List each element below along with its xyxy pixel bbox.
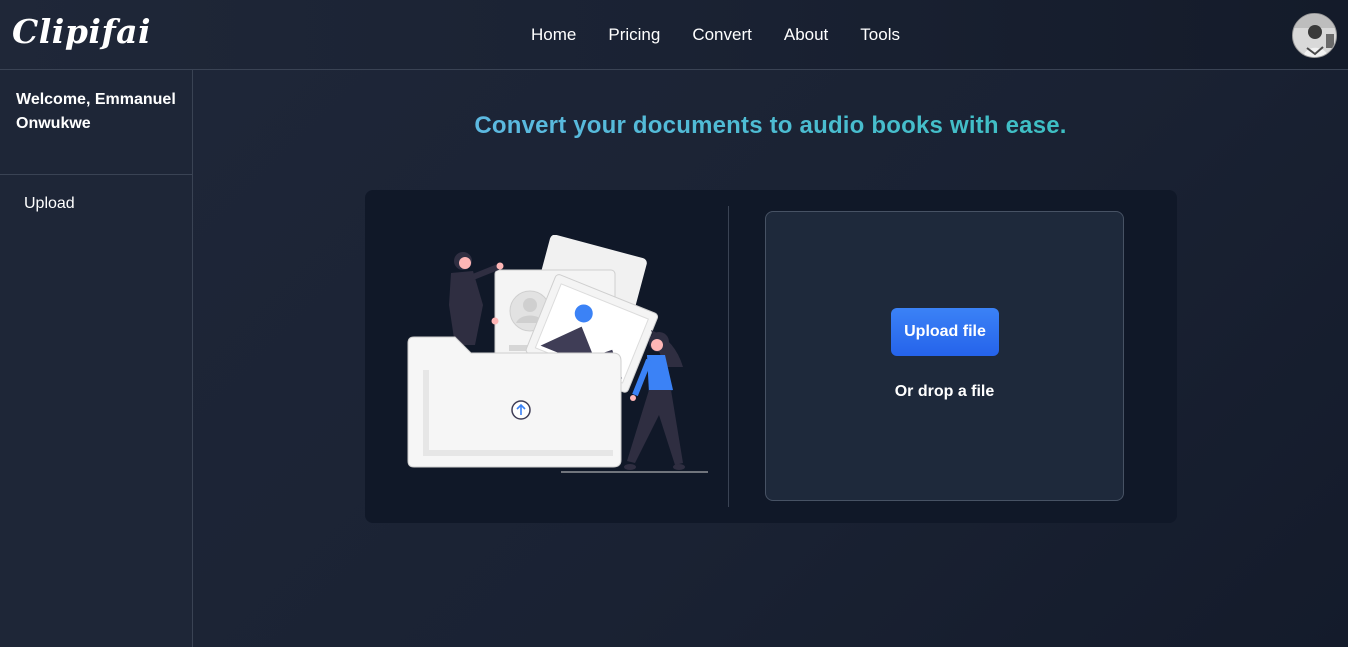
nav-about[interactable]: About — [784, 25, 828, 45]
nav-convert[interactable]: Convert — [692, 25, 752, 45]
sidebar-item-upload[interactable]: Upload — [24, 195, 75, 213]
avatar[interactable] — [1292, 13, 1337, 58]
page-title: Convert your documents to audio books wi… — [193, 112, 1348, 140]
top-navbar: Clipifai Home Pricing Convert About Tool… — [0, 0, 1348, 70]
nav-tools[interactable]: Tools — [860, 25, 900, 45]
upload-card: Upload file Or drop a file — [365, 190, 1177, 523]
nav-pricing[interactable]: Pricing — [608, 25, 660, 45]
sidebar: Welcome, Emmanuel Onwukwe Upload — [0, 70, 193, 647]
main-content: Convert your documents to audio books wi… — [193, 70, 1348, 647]
logo[interactable]: Clipifai — [12, 12, 151, 51]
main-nav: Home Pricing Convert About Tools — [531, 25, 932, 45]
file-dropzone[interactable]: Upload file Or drop a file — [765, 211, 1124, 501]
drop-file-text: Or drop a file — [894, 383, 995, 400]
sidebar-divider — [0, 174, 193, 175]
user-avatar-icon — [1293, 14, 1336, 57]
card-divider — [728, 206, 729, 507]
welcome-text: Welcome, Emmanuel Onwukwe — [16, 91, 176, 132]
upload-file-button[interactable]: Upload file — [891, 308, 999, 356]
nav-home[interactable]: Home — [531, 25, 576, 45]
folder-upload-illustration-icon — [407, 235, 708, 473]
